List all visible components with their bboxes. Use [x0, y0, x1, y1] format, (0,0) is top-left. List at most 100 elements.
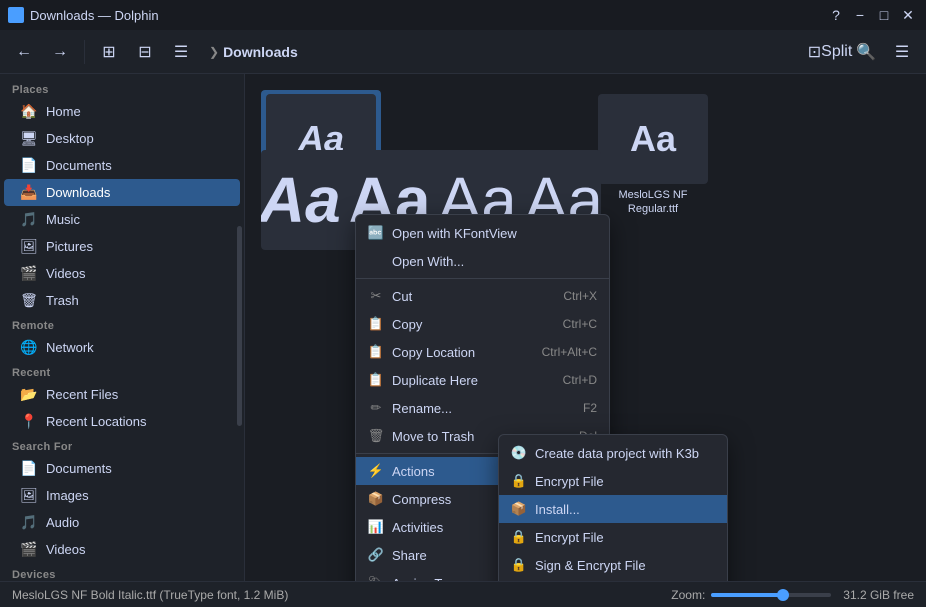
share-icon: 🔗	[368, 547, 384, 563]
submenu-encrypt-2-label: Encrypt File	[535, 530, 604, 545]
ctx-duplicate[interactable]: 📋 Duplicate Here Ctrl+D	[356, 366, 609, 394]
submenu-install[interactable]: 📦 Install...	[499, 495, 727, 523]
sidebar-section-remote: Remote	[0, 314, 244, 334]
sidebar-item-pictures-label: Pictures	[46, 239, 93, 254]
ctx-cut-label: Cut	[392, 289, 555, 304]
zoom-slider[interactable]	[711, 593, 831, 597]
ctx-separator-1	[356, 278, 609, 279]
assign-tags-icon: 🏷	[368, 575, 384, 581]
ctx-open-kfontview[interactable]: 🔤 Open with KFontView	[356, 219, 609, 247]
ctx-copy-label: Copy	[392, 317, 555, 332]
submenu-encrypt-2[interactable]: 🔒 Encrypt File	[499, 523, 727, 551]
ctx-copy[interactable]: 📋 Copy Ctrl+C	[356, 310, 609, 338]
split-button[interactable]: ⊡ Split	[814, 36, 846, 68]
documents-icon: 📄	[20, 157, 38, 174]
sidebar-item-music[interactable]: 🎵 Music	[4, 206, 240, 233]
sidebar-item-desktop[interactable]: 🖥 Desktop	[4, 125, 240, 152]
ctx-open-with[interactable]: Open With...	[356, 247, 609, 275]
rename-icon: ✏	[368, 400, 384, 416]
submenu-k3b[interactable]: 💿 Create data project with K3b	[499, 439, 727, 467]
search-videos-icon: 🎬	[20, 541, 38, 558]
ctx-open-with-label: Open With...	[392, 254, 597, 269]
move-trash-icon: 🗑	[368, 428, 384, 444]
forward-button[interactable]: →	[44, 36, 76, 68]
toolbar-right: ⊡ Split 🔍 ☰	[814, 36, 918, 68]
statusbar-file-info: MesloLGS NF Bold Italic.ttf (TrueType fo…	[12, 588, 659, 602]
sidebar-item-search-videos-label: Videos	[46, 542, 86, 557]
sidebar-item-trash[interactable]: 🗑 Trash	[4, 287, 240, 314]
app-icon	[8, 7, 24, 23]
back-button[interactable]: ←	[8, 36, 40, 68]
search-documents-icon: 📄	[20, 460, 38, 477]
view-compact-button[interactable]: ⊟	[129, 36, 161, 68]
search-button[interactable]: 🔍	[850, 36, 882, 68]
toolbar: ← → ⊞ ⊟ ☰ ❯ Downloads ⊡ Split 🔍 ☰	[0, 30, 926, 74]
submenu-k3b-label: Create data project with K3b	[535, 446, 699, 461]
sidebar-item-home[interactable]: 🏠 Home	[4, 98, 240, 125]
submenu-encrypt-1[interactable]: 🔒 Encrypt File	[499, 467, 727, 495]
actions-icon: ⚡	[368, 463, 384, 479]
ctx-copy-shortcut: Ctrl+C	[563, 317, 597, 331]
k3b-icon: 💿	[511, 445, 527, 461]
submenu-smime-sign[interactable]: 🔒 S/MIME-Sign File	[499, 579, 727, 581]
sidebar-item-pictures[interactable]: 🖼 Pictures	[4, 233, 240, 260]
split-icon: ⊡	[808, 42, 821, 62]
statusbar-zoom: Zoom:	[671, 588, 831, 602]
sidebar-scrollbar[interactable]	[237, 226, 242, 426]
submenu-encrypt-1-label: Encrypt File	[535, 474, 604, 489]
view-details-button[interactable]: ☰	[165, 36, 197, 68]
help-button[interactable]: ?	[826, 5, 846, 25]
toolbar-separator-1	[84, 40, 85, 64]
desktop-icon: 🖥	[20, 130, 38, 147]
ctx-cut-shortcut: Ctrl+X	[563, 289, 597, 303]
content-area: Aa MesloLGS NF BoldItalic.ttf Aa MesloLG…	[245, 74, 926, 581]
sidebar-section-devices: Devices	[0, 563, 244, 581]
breadcrumb: ❯ Downloads	[201, 44, 810, 60]
submenu-sign-encrypt[interactable]: 🔒 Sign & Encrypt File	[499, 551, 727, 579]
menu-button[interactable]: ☰	[886, 36, 918, 68]
sidebar-item-recent-locations-label: Recent Locations	[46, 414, 146, 429]
sidebar-item-search-documents[interactable]: 📄 Documents	[4, 455, 240, 482]
titlebar-controls: ? − □ ✕	[826, 5, 918, 25]
sidebar-section-search: Search For	[0, 435, 244, 455]
sidebar-item-videos[interactable]: 🎬 Videos	[4, 260, 240, 287]
maximize-button[interactable]: □	[874, 5, 894, 25]
sidebar-item-search-images[interactable]: 🖼 Images	[4, 482, 240, 509]
view-icons-button[interactable]: ⊞	[93, 36, 125, 68]
trash-icon: 🗑	[20, 292, 38, 309]
duplicate-icon: 📋	[368, 372, 384, 388]
ctx-cut[interactable]: ✂ Cut Ctrl+X	[356, 282, 609, 310]
search-images-icon: 🖼	[20, 487, 38, 504]
sidebar-item-recent-locations[interactable]: 📍 Recent Locations	[4, 408, 240, 435]
open-with-icon	[368, 253, 384, 269]
zoom-fill	[711, 593, 787, 597]
sidebar-item-recent-files[interactable]: 📂 Recent Files	[4, 381, 240, 408]
zoom-label: Zoom:	[671, 588, 705, 602]
sidebar-item-downloads[interactable]: 📥 Downloads	[4, 179, 240, 206]
ctx-rename-label: Rename...	[392, 401, 575, 416]
submenu-sign-encrypt-label: Sign & Encrypt File	[535, 558, 646, 573]
sidebar-item-desktop-label: Desktop	[46, 131, 94, 146]
minimize-button[interactable]: −	[850, 5, 870, 25]
actions-submenu: 💿 Create data project with K3b 🔒 Encrypt…	[498, 434, 728, 581]
sidebar-item-search-documents-label: Documents	[46, 461, 112, 476]
sidebar-item-search-audio[interactable]: 🎵 Audio	[4, 509, 240, 536]
titlebar-title: Downloads — Dolphin	[30, 8, 159, 23]
pictures-icon: 🖼	[20, 238, 38, 255]
videos-icon: 🎬	[20, 265, 38, 282]
sidebar-item-search-images-label: Images	[46, 488, 89, 503]
sidebar-item-network-label: Network	[46, 340, 94, 355]
sidebar-item-search-videos[interactable]: 🎬 Videos	[4, 536, 240, 563]
compress-icon: 📦	[368, 491, 384, 507]
sidebar-item-music-label: Music	[46, 212, 80, 227]
sidebar-item-network[interactable]: 🌐 Network	[4, 334, 240, 361]
downloads-icon: 📥	[20, 184, 38, 201]
ctx-copy-location[interactable]: 📋 Copy Location Ctrl+Alt+C	[356, 338, 609, 366]
ctx-duplicate-label: Duplicate Here	[392, 373, 555, 388]
breadcrumb-item-downloads[interactable]: Downloads	[223, 44, 298, 60]
ctx-copy-location-shortcut: Ctrl+Alt+C	[542, 345, 597, 359]
ctx-rename[interactable]: ✏ Rename... F2	[356, 394, 609, 422]
close-button[interactable]: ✕	[898, 5, 918, 25]
cut-icon: ✂	[368, 288, 384, 304]
sidebar-item-documents[interactable]: 📄 Documents	[4, 152, 240, 179]
